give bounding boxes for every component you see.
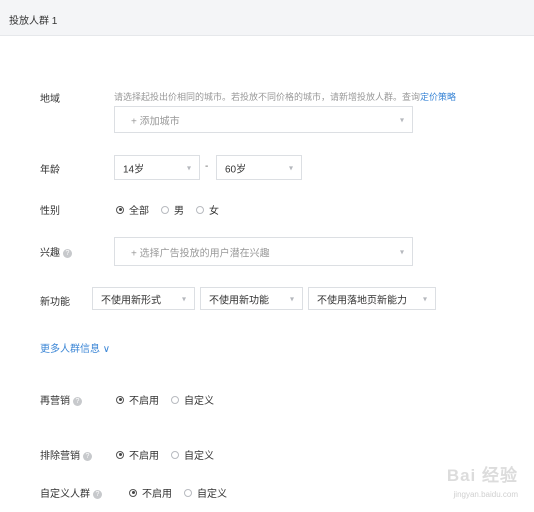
radio-checked-icon bbox=[116, 205, 124, 214]
new-function-select[interactable]: 不使用新功能 ▾ bbox=[200, 287, 303, 310]
age-label: 年龄 bbox=[40, 165, 60, 176]
age-to-value: 60岁 bbox=[225, 164, 247, 175]
exclude-radio-group: 不启用 自定义 bbox=[116, 447, 226, 462]
new-form-value: 不使用新形式 bbox=[101, 295, 161, 306]
exclude-option-custom[interactable]: 自定义 bbox=[171, 447, 214, 462]
remarketing-option-off[interactable]: 不启用 bbox=[116, 392, 159, 407]
remarketing-radio-group: 不启用 自定义 bbox=[116, 392, 226, 407]
radio-icon bbox=[171, 450, 179, 459]
gender-option-male[interactable]: 男 bbox=[161, 202, 184, 217]
interest-select-placeholder: + 选择广告投放的用户潜在兴趣 bbox=[131, 248, 270, 259]
chevron-down-icon: ▾ bbox=[422, 294, 427, 303]
exclude-label: 排除营销? bbox=[40, 447, 92, 462]
panel-title: 投放人群 1 bbox=[9, 16, 58, 27]
help-icon[interactable]: ? bbox=[83, 451, 92, 461]
watermark-url: jingyan.baidu.com bbox=[453, 490, 518, 499]
radio-checked-icon bbox=[116, 395, 124, 404]
city-select-placeholder: + 添加城市 bbox=[131, 116, 180, 127]
chevron-down-icon: ▾ bbox=[399, 247, 404, 256]
radio-icon bbox=[171, 395, 179, 404]
gender-label: 性别 bbox=[40, 206, 60, 217]
custom-audience-option-off[interactable]: 不启用 bbox=[129, 485, 172, 500]
age-separator: - bbox=[205, 161, 209, 172]
new-feature-label: 新功能 bbox=[40, 297, 70, 308]
gender-option-all[interactable]: 全部 bbox=[116, 202, 149, 217]
more-audience-info-link[interactable]: 更多人群信息 ∨ bbox=[40, 340, 110, 355]
age-to-select[interactable]: 60岁 ▾ bbox=[216, 155, 302, 180]
chevron-down-icon: ▾ bbox=[399, 115, 404, 124]
help-icon[interactable]: ? bbox=[73, 396, 82, 406]
new-function-value: 不使用新功能 bbox=[209, 295, 269, 306]
radio-checked-icon bbox=[129, 488, 137, 497]
custom-audience-label: 自定义人群? bbox=[40, 485, 102, 500]
age-from-value: 14岁 bbox=[123, 164, 145, 175]
landing-page-select[interactable]: 不使用落地页新能力 ▾ bbox=[308, 287, 436, 310]
remarketing-option-custom[interactable]: 自定义 bbox=[171, 392, 214, 407]
region-label: 地域 bbox=[40, 94, 60, 105]
interest-label: 兴趣? bbox=[40, 244, 72, 259]
chevron-down-icon: ▾ bbox=[289, 294, 294, 303]
radio-icon bbox=[184, 488, 192, 497]
chevron-down-icon: ▾ bbox=[288, 163, 293, 172]
help-icon[interactable]: ? bbox=[63, 248, 72, 258]
radio-checked-icon bbox=[116, 450, 124, 459]
gender-radio-group: 全部 男 女 bbox=[116, 202, 231, 217]
custom-audience-option-custom[interactable]: 自定义 bbox=[184, 485, 227, 500]
landing-page-value: 不使用落地页新能力 bbox=[317, 295, 407, 306]
chevron-down-icon: ▾ bbox=[186, 163, 191, 172]
panel-header: 投放人群 1 bbox=[0, 0, 534, 36]
radio-icon bbox=[196, 205, 204, 214]
gender-option-female[interactable]: 女 bbox=[196, 202, 219, 217]
custom-audience-radio-group: 不启用 自定义 bbox=[129, 485, 239, 500]
region-hint: 请选择起投出价相同的城市。若投放不同价格的城市，请新增投放人群。查询定价策略 bbox=[114, 92, 457, 102]
chevron-down-icon: ▾ bbox=[181, 294, 186, 303]
interest-select[interactable]: + 选择广告投放的用户潜在兴趣 ▾ bbox=[114, 237, 413, 266]
remarketing-label: 再营销? bbox=[40, 392, 82, 407]
exclude-option-off[interactable]: 不启用 bbox=[116, 447, 159, 462]
city-select[interactable]: + 添加城市 ▾ bbox=[114, 106, 413, 133]
age-from-select[interactable]: 14岁 ▾ bbox=[114, 155, 200, 180]
new-form-select[interactable]: 不使用新形式 ▾ bbox=[92, 287, 195, 310]
radio-icon bbox=[161, 205, 169, 214]
watermark-logo: Bai 经验 bbox=[446, 466, 518, 485]
help-icon[interactable]: ? bbox=[93, 489, 102, 499]
pricing-strategy-link[interactable]: 定价策略 bbox=[420, 92, 456, 102]
